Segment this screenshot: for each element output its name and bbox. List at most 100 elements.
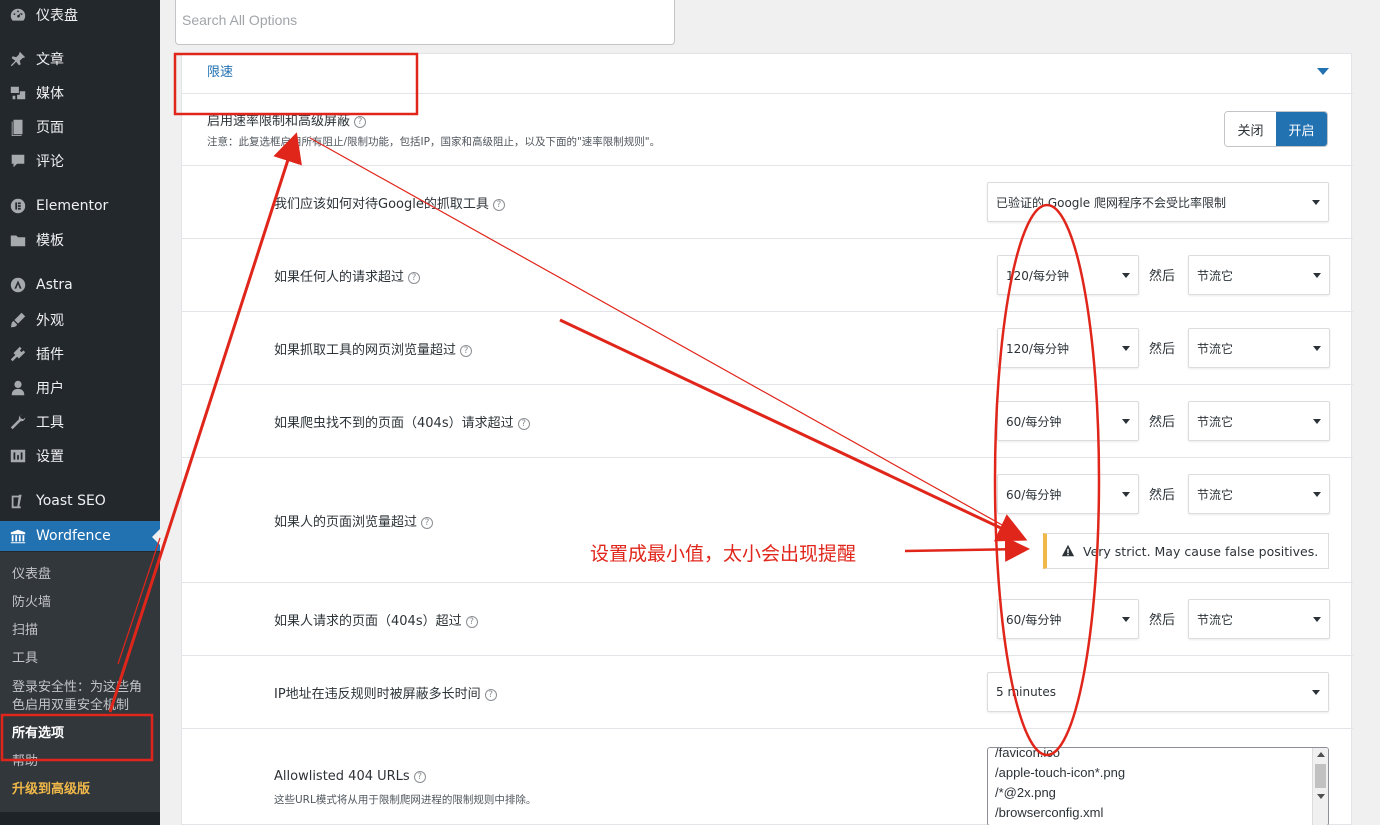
sidebar-item-plugins[interactable]: 插件 <box>0 339 160 369</box>
sidebar-item-users[interactable]: 用户 <box>0 373 160 403</box>
scroll-down-icon[interactable] <box>1317 794 1325 799</box>
then-label: 然后 <box>1149 488 1176 503</box>
chevron-down-icon <box>1122 419 1130 424</box>
elementor-icon <box>0 197 36 215</box>
warning-icon <box>1061 544 1075 557</box>
block-time-label: IP地址在违反规则时被屏蔽多长时间? <box>274 683 497 702</box>
help-icon[interactable]: ? <box>413 770 426 783</box>
help-icon[interactable]: ? <box>484 688 497 701</box>
options-card: 限速 启用速率限制和高级屏蔽? 注意：此复选框启用所有阻止/限制功能，包括IP，… <box>181 53 1353 825</box>
anyone-requests-label: 如果任何人的请求超过? <box>274 266 421 285</box>
submenu-login-security-cont[interactable]: 色启用双重安全机制 <box>12 696 129 716</box>
then-label: 然后 <box>1149 415 1176 430</box>
search-box <box>175 0 675 45</box>
folder-icon <box>0 231 36 249</box>
anyone-rate-select[interactable]: 120/每分钟 <box>997 255 1139 295</box>
block-time-row: IP地址在违反规则时被屏蔽多长时间? 5 minutes <box>182 656 1353 729</box>
google-crawler-select[interactable]: 已验证的 Google 爬网程序不会受比率限制 <box>987 182 1329 222</box>
human-404-rate-select[interactable]: 60/每分钟 <box>997 599 1139 639</box>
sidebar-item-settings[interactable]: 设置 <box>0 441 160 471</box>
strict-warning-box: Very strict. May cause false positives. <box>1043 533 1329 569</box>
human-404-row: 如果人请求的页面（404s）超过? 60/每分钟 然后 节流它 <box>182 583 1353 656</box>
allowlist-line: /browserconfig.xml <box>995 805 1104 820</box>
user-icon <box>0 379 36 397</box>
allowlist-line: /*@2x.png <box>995 785 1056 800</box>
submenu-login-security[interactable]: 登录安全性：为这些角 <box>12 678 142 698</box>
sidebar-footer <box>0 812 160 825</box>
toggle-off-button[interactable]: 关闭 <box>1225 112 1276 146</box>
wordfence-submenu: 仪表盘 防火墙 扫描 工具 登录安全性：为这些角 色启用双重安全机制 所有选项 … <box>0 552 160 812</box>
chevron-down-icon <box>1313 346 1321 351</box>
submenu-all-options[interactable]: 所有选项 <box>12 724 64 744</box>
sidebar-item-tools[interactable]: 工具 <box>0 407 160 437</box>
sidebar-item-media[interactable]: 媒体 <box>0 78 160 108</box>
google-crawler-row: 我们应该如何对待Google的抓取工具? 已验证的 Google 爬网程序不会受… <box>182 166 1353 239</box>
then-label: 然后 <box>1149 269 1176 284</box>
anyone-action-select[interactable]: 节流它 <box>1188 255 1330 295</box>
sidebar-item-astra[interactable]: Astra <box>0 270 160 300</box>
submenu-upgrade[interactable]: 升级到高级版 <box>12 780 90 800</box>
master-label: 启用速率限制和高级屏蔽? <box>207 110 367 129</box>
help-icon[interactable]: ? <box>354 115 367 128</box>
sidebar-item-pages[interactable]: 页面 <box>0 112 160 142</box>
search-input[interactable] <box>182 2 662 38</box>
human-views-label: 如果人的页面浏览量超过? <box>274 511 434 530</box>
brush-icon <box>0 311 36 329</box>
crawler-404-action-select[interactable]: 节流它 <box>1188 401 1330 441</box>
crawler-views-label: 如果抓取工具的网页浏览量超过? <box>274 339 473 358</box>
annotation-callout: 设置成最小值，太小会出现提醒 <box>590 543 857 565</box>
settings-icon <box>0 447 36 465</box>
collapse-caret-icon[interactable] <box>1317 68 1329 75</box>
chevron-down-icon <box>1312 200 1320 205</box>
sidebar-item-wordfence[interactable]: Wordfence <box>0 521 160 551</box>
chevron-down-icon <box>1313 492 1321 497</box>
warning-text: Very strict. May cause false positives. <box>1083 543 1319 559</box>
help-icon[interactable]: ? <box>421 516 434 529</box>
human-404-action-select[interactable]: 节流它 <box>1188 599 1330 639</box>
allowlist-textarea[interactable]: /favicon.ico /apple-touch-icon*.png /*@2… <box>987 747 1329 825</box>
scroll-thumb[interactable] <box>1315 764 1326 788</box>
media-icon <box>0 84 36 102</box>
sidebar-item-yoast[interactable]: Yoast SEO <box>0 486 160 516</box>
anyone-requests-row: 如果任何人的请求超过? 120/每分钟 然后 节流它 <box>182 239 1353 312</box>
sidebar-item-appearance[interactable]: 外观 <box>0 305 160 335</box>
chevron-down-icon <box>1313 617 1321 622</box>
chevron-down-icon <box>1122 617 1130 622</box>
help-icon[interactable]: ? <box>460 344 473 357</box>
main-content: 限速 启用速率限制和高级屏蔽? 注意：此复选框启用所有阻止/限制功能，包括IP，… <box>160 0 1380 825</box>
crawler-views-action-select[interactable]: 节流它 <box>1188 328 1330 368</box>
submenu-scan[interactable]: 扫描 <box>12 621 38 641</box>
submenu-tools[interactable]: 工具 <box>12 649 38 669</box>
allowlist-line: /apple-touch-icon*.png <box>995 765 1126 780</box>
rate-limit-toggle: 关闭 开启 <box>1224 111 1328 147</box>
block-time-select[interactable]: 5 minutes <box>987 672 1329 712</box>
submenu-dashboard[interactable]: 仪表盘 <box>12 565 51 585</box>
crawler-views-rate-select[interactable]: 120/每分钟 <box>997 328 1139 368</box>
crawler-404-rate-select[interactable]: 60/每分钟 <box>997 401 1139 441</box>
chevron-down-icon <box>1122 273 1130 278</box>
sidebar-item-posts[interactable]: 文章 <box>0 44 160 74</box>
astra-icon <box>0 276 36 294</box>
help-icon[interactable]: ? <box>465 615 478 628</box>
chevron-down-icon <box>1313 273 1321 278</box>
help-icon[interactable]: ? <box>517 417 530 430</box>
submenu-firewall[interactable]: 防火墙 <box>12 593 51 613</box>
help-icon[interactable]: ? <box>492 198 505 211</box>
human-views-rate-select[interactable]: 60/每分钟 <box>997 474 1139 514</box>
allowlist-label: Allowlisted 404 URLs? <box>274 769 426 784</box>
scroll-up-icon[interactable] <box>1317 752 1325 757</box>
sidebar-item-comments[interactable]: 评论 <box>0 146 160 176</box>
sidebar-item-templates[interactable]: 模板 <box>0 225 160 255</box>
submenu-help[interactable]: 帮助 <box>12 752 38 772</box>
sidebar-item-elementor[interactable]: Elementor <box>0 191 160 221</box>
allowlist-line: /favicon.ico <box>995 747 1061 760</box>
google-crawler-label: 我们应该如何对待Google的抓取工具? <box>274 193 505 212</box>
help-icon[interactable]: ? <box>408 271 421 284</box>
toggle-on-button[interactable]: 开启 <box>1276 112 1327 146</box>
section-header[interactable]: 限速 <box>182 54 1353 94</box>
crawler-404-label: 如果爬虫找不到的页面（404s）请求超过? <box>274 412 530 431</box>
then-label: 然后 <box>1149 613 1176 628</box>
human-views-action-select[interactable]: 节流它 <box>1188 474 1330 514</box>
sidebar-item-dashboard[interactable]: 仪表盘 <box>0 0 160 30</box>
textarea-scrollbar[interactable] <box>1312 748 1328 825</box>
